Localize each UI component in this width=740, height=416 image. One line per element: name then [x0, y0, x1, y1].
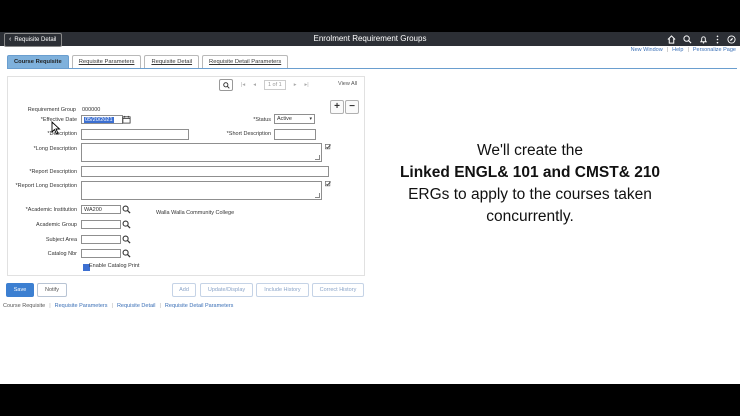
page-tabs: Course Requisite Requisite Parameters Re…: [7, 55, 289, 69]
add-row-button[interactable]: +: [330, 100, 344, 114]
tab-underline: [7, 68, 737, 69]
divider: |: [159, 303, 161, 309]
academic-group-input[interactable]: [81, 220, 121, 229]
catalog-nbr-label: Catalog Nbr: [47, 251, 77, 257]
report-long-description-textarea[interactable]: [81, 181, 322, 200]
status-select[interactable]: Active ▾: [274, 114, 315, 124]
more-vertical-icon[interactable]: [715, 35, 720, 44]
last-record-icon[interactable]: ▸|: [305, 82, 309, 88]
spell-check-icon[interactable]: [325, 144, 331, 150]
lookup-search-icon[interactable]: [122, 249, 131, 258]
home-icon[interactable]: [667, 34, 676, 44]
divider: |: [49, 303, 51, 309]
personalize-page-link[interactable]: Personalize Page: [693, 47, 736, 53]
update-display-button[interactable]: Update/Display: [200, 283, 253, 297]
utility-links: New Window | Help | Personalize Page: [631, 47, 736, 53]
catalog-nbr-input[interactable]: [81, 249, 121, 258]
help-link[interactable]: Help: [672, 47, 683, 53]
effective-date-input[interactable]: 05/20/2021: [81, 115, 123, 124]
long-description-textarea[interactable]: [81, 143, 322, 162]
record-count[interactable]: 1 of 1: [263, 80, 286, 90]
subject-area-label: Subject Area: [45, 237, 77, 243]
academic-institution-label: *Academic Institution: [25, 207, 77, 213]
report-description-label: *Report Description: [29, 169, 77, 175]
bottom-page-links: Course Requisite | Requisite Parameters …: [3, 303, 233, 309]
minus-icon: −: [349, 101, 355, 112]
notify-button[interactable]: Notify: [37, 283, 67, 297]
short-description-input[interactable]: [274, 129, 316, 140]
effective-date-value: 05/20/2021: [84, 117, 114, 123]
previous-record-icon[interactable]: ◂: [253, 82, 256, 88]
letterbox-bottom: [0, 384, 740, 416]
tab-requisite-detail-parameters[interactable]: Requisite Detail Parameters: [202, 55, 289, 69]
calendar-icon[interactable]: [122, 115, 131, 124]
plus-icon: +: [334, 101, 340, 112]
add-button[interactable]: Add: [172, 283, 196, 297]
record-navigation: |◂ ◂ 1 of 1 ▸ ▸|: [219, 79, 309, 91]
next-record-icon[interactable]: ▸: [294, 82, 297, 88]
divider: |: [687, 47, 689, 53]
mouse-cursor-icon: [51, 121, 61, 135]
spell-check-icon[interactable]: [325, 181, 331, 187]
requisite-detail-link[interactable]: Requisite Detail: [117, 303, 156, 309]
academic-institution-input[interactable]: WA200: [81, 205, 121, 214]
caption-line-1: We'll create the: [476, 142, 584, 159]
long-description-label: *Long Description: [33, 146, 77, 152]
caption-line-4: concurrently.: [486, 208, 574, 225]
status-label: *Status: [253, 117, 271, 123]
requirement-group-label: Requirement Group: [27, 107, 76, 113]
report-description-input[interactable]: [81, 166, 329, 177]
compass-icon[interactable]: [727, 34, 736, 44]
correct-history-button[interactable]: Correct History: [312, 283, 364, 297]
tutorial-caption: We'll create the Linked ENGL& 101 and CM…: [396, 140, 664, 228]
letterbox-top: [0, 0, 740, 32]
institution-name: Walla Walla Community College: [156, 210, 235, 216]
description-input[interactable]: [81, 129, 189, 140]
subject-area-input[interactable]: [81, 235, 121, 244]
chevron-down-icon: ▾: [309, 116, 312, 122]
caption-line-2-bold: Linked ENGL& 101 and CMST& 210: [399, 164, 661, 181]
new-window-link[interactable]: New Window: [631, 47, 663, 53]
short-description-label: *Short Description: [226, 131, 271, 137]
save-button[interactable]: Save: [6, 283, 34, 297]
description-label: *Description: [47, 131, 77, 137]
caption-line-2: Linked ENGL& 101 and CMST& 210: [396, 162, 664, 184]
status-value: Active: [277, 116, 292, 122]
lookup-search-icon[interactable]: [122, 205, 131, 214]
view-all-link[interactable]: View All: [338, 81, 357, 87]
page-title: Enrolment Requirement Groups: [313, 34, 427, 43]
tab-requisite-parameters[interactable]: Requisite Parameters: [71, 55, 142, 69]
requisite-parameters-link[interactable]: Requisite Parameters: [55, 303, 108, 309]
requirement-group-value: 000000: [82, 107, 101, 113]
divider: |: [111, 303, 113, 309]
first-record-icon[interactable]: |◂: [241, 82, 245, 88]
tab-course-requisite[interactable]: Course Requisite: [7, 55, 69, 69]
header-actions: [667, 33, 736, 45]
search-icon: [222, 81, 230, 89]
enable-catalog-print-label: Enable Catalog Print: [89, 263, 140, 269]
find-button[interactable]: [219, 79, 233, 91]
academic-group-label: Academic Group: [36, 222, 77, 228]
delete-row-button[interactable]: −: [345, 100, 359, 114]
requisite-detail-parameters-link[interactable]: Requisite Detail Parameters: [165, 303, 233, 309]
include-history-button[interactable]: Include History: [256, 283, 309, 297]
course-requisite-link: Course Requisite: [3, 303, 46, 309]
search-icon[interactable]: [683, 34, 692, 44]
report-long-description-label: *Report Long Description: [15, 183, 77, 189]
effective-date-label: *Effective Date: [40, 117, 77, 123]
tab-requisite-detail[interactable]: Requisite Detail: [144, 55, 200, 69]
bell-icon[interactable]: [699, 35, 708, 44]
caption-line-3: ERGs to apply to the courses taken: [408, 186, 652, 203]
lookup-search-icon[interactable]: [122, 220, 131, 229]
divider: |: [666, 47, 669, 53]
lookup-search-icon[interactable]: [122, 235, 131, 244]
